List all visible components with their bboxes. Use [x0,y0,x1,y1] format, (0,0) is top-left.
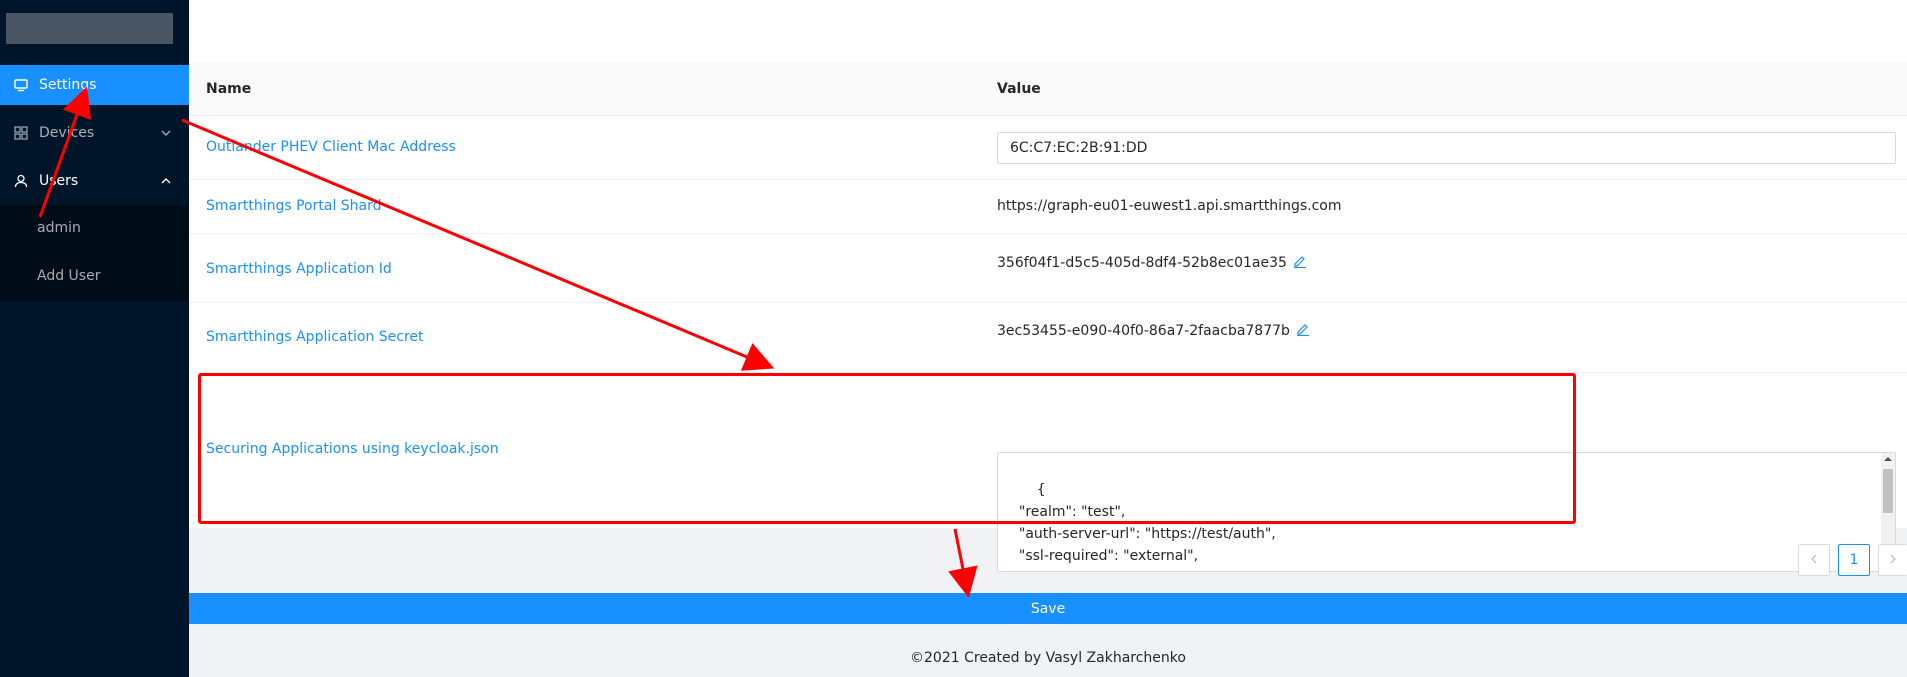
setting-name-link[interactable]: Securing Applications using keycloak.jso… [206,441,499,457]
edit-icon[interactable] [1296,322,1310,337]
scroll-thumb[interactable] [1883,469,1893,513]
sidebar-item-users[interactable]: Users [0,161,189,201]
column-header-value: Value [997,81,1041,97]
logo [6,13,173,44]
chevron-up-icon [161,176,171,186]
pagination-page-1[interactable]: 1 [1838,544,1870,576]
setting-name-link[interactable]: Smartthings Application Secret [206,329,424,345]
chevron-left-icon [1809,552,1819,568]
setting-name-link[interactable]: Outlander PHEV Client Mac Address [206,139,456,155]
monitor-icon [13,77,29,93]
table-row: Securing Applications using keycloak.jso… [189,373,1907,572]
textarea-content: { "realm": "test", "auth-server-url": "h… [1018,482,1276,571]
table-header: Name Value [189,62,1907,116]
grid-icon [13,125,29,141]
mac-address-input[interactable] [997,132,1896,164]
setting-name-link[interactable]: Smartthings Application Id [206,261,392,277]
sidebar-item-admin[interactable]: admin [0,208,189,248]
sidebar-item-label: Users [39,173,79,189]
sidebar-item-label: admin [37,220,81,236]
edit-icon[interactable] [1293,254,1307,269]
settings-table: Name Value Outlander PHEV Client Mac Add… [189,62,1907,572]
sidebar: Settings Devices Users admin Add User [0,0,189,677]
chevron-right-icon [1888,552,1898,568]
table-row: Outlander PHEV Client Mac Address [189,116,1907,180]
column-header-name: Name [206,81,252,97]
setting-value: https://graph-eu01-euwest1.api.smartthin… [997,198,1342,214]
sidebar-item-devices[interactable]: Devices [0,113,189,153]
sidebar-item-settings[interactable]: Settings [0,65,189,105]
setting-value-wrapper: 356f04f1-d5c5-405d-8df4-52b8ec01ae35 [997,254,1307,271]
setting-name-link[interactable]: Smartthings Portal Shard [206,198,382,214]
annotation-arrow [948,528,978,598]
table-row: Smartthings Application Id 356f04f1-d5c5… [189,234,1907,303]
header [189,0,1907,62]
sidebar-item-label: Add User [37,268,101,284]
save-button[interactable]: Save [189,593,1907,624]
pagination-next-button[interactable] [1878,544,1907,576]
setting-value: 3ec53455-e090-40f0-86a7-2faacba7877b [997,323,1290,339]
table-row: Smartthings Application Secret 3ec53455-… [189,303,1907,373]
pagination-prev-button[interactable] [1798,544,1830,576]
footer-text: ©2021 Created by Vasyl Zakharchenko [910,650,1186,666]
users-submenu: admin Add User [0,205,189,301]
sidebar-item-label: Settings [39,77,97,93]
setting-value: 356f04f1-d5c5-405d-8df4-52b8ec01ae35 [997,255,1287,271]
sidebar-item-label: Devices [39,125,95,141]
keycloak-json-textarea[interactable]: { "realm": "test", "auth-server-url": "h… [997,452,1896,572]
scroll-up-icon[interactable] [1881,453,1895,465]
table-row: Smartthings Portal Shard https://graph-e… [189,180,1907,234]
chevron-down-icon [161,128,171,138]
user-icon [13,173,29,189]
setting-value-wrapper: 3ec53455-e090-40f0-86a7-2faacba7877b [997,322,1310,339]
sidebar-item-add-user[interactable]: Add User [0,256,189,296]
